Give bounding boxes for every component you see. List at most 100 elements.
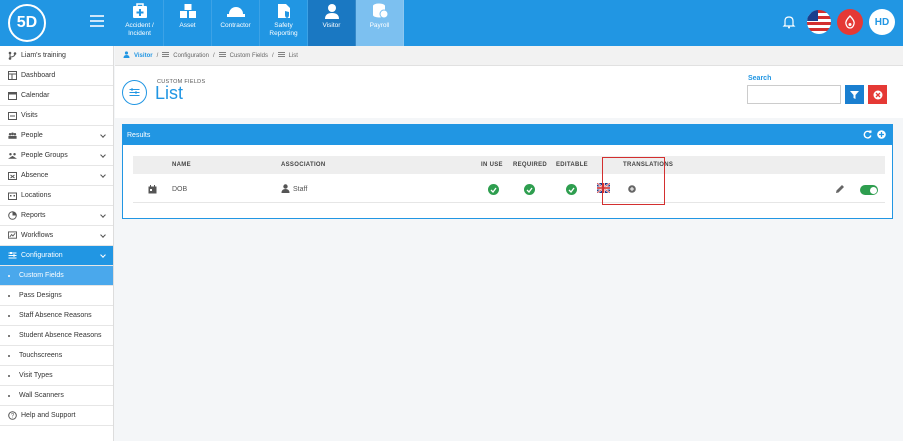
bullet-icon [8, 374, 10, 377]
sidebar-item-absence[interactable]: Absence [0, 166, 113, 186]
edit-button[interactable] [835, 184, 845, 196]
bullet-icon [8, 354, 10, 357]
module-safety-reporting[interactable]: Safety Reporting [260, 0, 308, 46]
breadcrumb-custom-fields[interactable]: Custom Fields [230, 53, 268, 59]
sidebar-item-touchscreens[interactable]: Touchscreens [0, 346, 113, 366]
sidebar-item-label: Custom Fields [19, 272, 64, 279]
chevron-down-icon[interactable] [100, 172, 106, 178]
chevron-down-icon[interactable] [100, 132, 106, 138]
module-contractor[interactable]: Contractor [212, 0, 260, 46]
module-label: Payroll [369, 22, 390, 29]
results-title: Results [127, 131, 151, 139]
sidebar-item-label: Wall Scanners [19, 392, 64, 399]
module-label: Accident / Incident [125, 22, 154, 37]
people-groups-icon [8, 151, 17, 160]
fire-icon[interactable] [837, 9, 863, 35]
module-visitor[interactable]: Visitor [308, 0, 356, 46]
sidebar-item-visits[interactable]: Visits [0, 106, 113, 126]
sidebar-item-wall-scanners[interactable]: Wall Scanners [0, 386, 113, 406]
first-aid-icon [130, 3, 150, 19]
sidebar-item-label: Student Absence Reasons [19, 332, 102, 339]
visits-icon [8, 111, 17, 120]
chevron-down-icon[interactable] [100, 232, 106, 238]
help-icon: ? [8, 411, 17, 420]
search-label: Search [748, 75, 772, 82]
avatar[interactable]: HD [869, 9, 895, 35]
sidebar-item-reports[interactable]: Reports [0, 206, 113, 226]
column-name[interactable]: NAME [172, 162, 191, 168]
sidebar-item-help-and-support[interactable]: ? Help and Support [0, 406, 113, 426]
sidebar-item-visit-types[interactable]: Visit Types [0, 366, 113, 386]
table-row[interactable]: DOB Staff [133, 177, 885, 203]
sidebar-item-people[interactable]: People [0, 126, 113, 146]
sidebar-item-student-absence-reasons[interactable]: Student Absence Reasons [0, 326, 113, 346]
check-icon [488, 184, 499, 195]
configuration-icon [162, 51, 170, 60]
search-input[interactable] [747, 85, 841, 104]
column-editable[interactable]: EDITABLE [556, 162, 588, 168]
reports-icon [8, 211, 17, 220]
sidebar-item-people-groups[interactable]: People Groups [0, 146, 113, 166]
column-association[interactable]: ASSOCIATION [281, 162, 326, 168]
logo-area: 5D [0, 0, 114, 46]
person-icon [281, 184, 290, 195]
sidebar-item-liams-training[interactable]: Liam's training [0, 46, 113, 66]
bell-icon[interactable] [777, 10, 801, 34]
top-bar: 5D Accident / Incident Asset Contractor [0, 0, 903, 46]
person-icon [322, 3, 342, 19]
chevron-down-icon[interactable] [100, 212, 106, 218]
sidebar-item-locations[interactable]: Locations [0, 186, 113, 206]
sidebar-item-label: Locations [21, 192, 51, 199]
sidebar-item-label: Help and Support [21, 412, 76, 419]
sidebar-item-custom-fields[interactable]: Custom Fields [0, 266, 113, 286]
page-header: CUSTOM FIELDS List Search [115, 66, 903, 118]
clear-button[interactable] [868, 85, 887, 104]
breadcrumb-separator: / [212, 52, 215, 59]
filter-button[interactable] [845, 85, 864, 104]
module-label: Visitor [322, 22, 341, 29]
breadcrumb-separator: / [156, 52, 159, 59]
shield-icon [274, 3, 294, 19]
hard-hat-icon [226, 3, 246, 19]
sidebar-item-label: Configuration [21, 252, 63, 259]
breadcrumb-visitor[interactable]: Visitor [134, 53, 153, 59]
sidebar-item-label: Liam's training [21, 52, 66, 59]
coins-icon [370, 3, 390, 19]
results-panel: Results NAME ASSOCIATION IN USE REQUIRED… [122, 124, 893, 219]
bullet-icon [8, 294, 10, 297]
app-logo[interactable]: 5D [8, 4, 46, 42]
sidebar-item-dashboard[interactable]: Dashboard [0, 66, 113, 86]
module-asset[interactable]: Asset [164, 0, 212, 46]
column-required[interactable]: REQUIRED [513, 162, 547, 168]
people-icon [8, 131, 17, 140]
menu-toggle-icon[interactable] [90, 15, 104, 27]
sidebar-item-label: Visit Types [19, 372, 53, 379]
sidebar-item-label: Pass Designs [19, 292, 62, 299]
workflows-icon [8, 231, 17, 240]
column-in-use[interactable]: IN USE [481, 162, 503, 168]
sidebar-item-label: Calendar [21, 92, 50, 99]
module-accident-incident[interactable]: Accident / Incident [116, 0, 164, 46]
sidebar-item-label: Workflows [21, 232, 54, 239]
chevron-down-icon[interactable] [100, 252, 106, 258]
sidebar-item-pass-designs[interactable]: Pass Designs [0, 286, 113, 306]
add-icon[interactable] [877, 130, 886, 141]
results-header: Results [123, 125, 892, 145]
locations-icon [8, 191, 17, 200]
sidebar-item-workflows[interactable]: Workflows [0, 226, 113, 246]
module-label: Safety Reporting [269, 22, 298, 37]
refresh-icon[interactable] [863, 130, 872, 141]
translations-highlight-box [602, 157, 665, 205]
module-payroll[interactable]: Payroll [356, 0, 404, 46]
breadcrumb-configuration[interactable]: Configuration [173, 53, 209, 59]
breadcrumb: Visitor / Configuration / Custom Fields … [115, 46, 903, 66]
sidebar-item-configuration[interactable]: Configuration [0, 246, 113, 266]
us-flag-icon[interactable] [807, 10, 831, 34]
sidebar-item-calendar[interactable]: Calendar [0, 86, 113, 106]
enabled-toggle[interactable] [860, 185, 878, 195]
chevron-down-icon[interactable] [100, 152, 106, 158]
dashboard-icon [8, 71, 17, 80]
sidebar-item-staff-absence-reasons[interactable]: Staff Absence Reasons [0, 306, 113, 326]
bullet-icon [8, 394, 10, 397]
calendar-icon [8, 91, 17, 100]
